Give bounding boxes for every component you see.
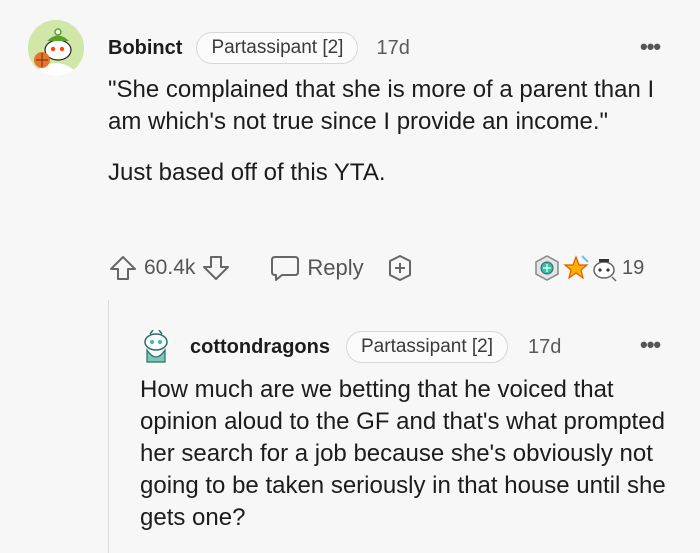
avatar[interactable] [28,20,84,76]
reply-button[interactable]: Reply [269,253,364,283]
comment-meta: cottondragons Partassipant [2] 17d [190,330,561,364]
upvote-icon[interactable] [108,253,138,283]
user-flair: Partassipant [2] [346,331,509,363]
comment-body: "She complained that she is more of a pa… [108,74,678,208]
avatar[interactable] [140,329,172,364]
username[interactable]: Bobinct [108,37,182,60]
username[interactable]: cottondragons [190,336,330,359]
add-award-icon[interactable] [386,253,414,283]
comment-actions: 60.4k Reply 19 [108,248,668,288]
more-options-icon[interactable]: ••• [640,34,661,60]
speech-bubble-icon [269,253,301,283]
thread-line[interactable] [108,300,109,553]
comment-body: How much are we betting that he voiced t… [140,376,666,531]
vote-score: 60.4k [144,256,196,279]
timestamp[interactable]: 17d [528,336,561,359]
award-count: 19 [622,256,645,279]
reply-label: Reply [307,255,364,280]
comment-paragraph: "She complained that she is more of a pa… [108,76,655,135]
more-options-icon[interactable]: ••• [640,332,661,358]
downvote-icon[interactable] [201,253,231,283]
snoo-avatar-icon [28,20,84,76]
awards[interactable]: 19 [532,253,644,283]
user-flair: Partassipant [2] [196,32,359,64]
snoo-avatar-icon [144,329,168,363]
star-award-icon [562,253,590,283]
silver-award-icon [532,253,562,283]
snoo-award-icon [590,253,618,283]
timestamp[interactable]: 17d [376,37,409,60]
comment-meta: Bobinct Partassipant [2] 17d [108,30,410,66]
comment-paragraph: Just based off of this YTA. [108,159,386,186]
